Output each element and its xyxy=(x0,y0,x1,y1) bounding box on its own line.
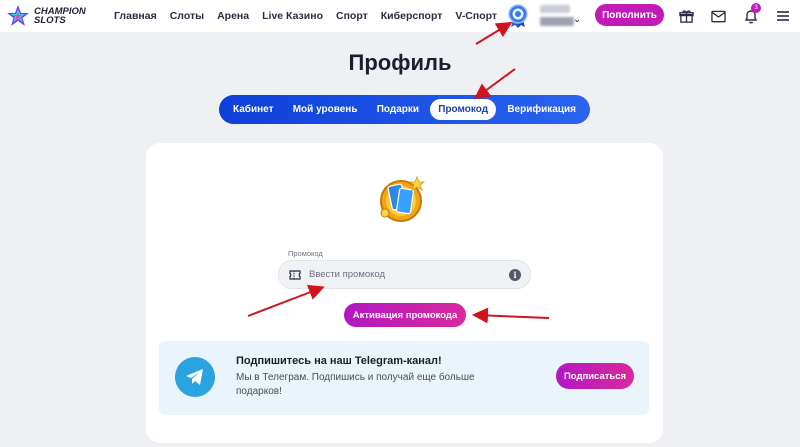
nav-item-home[interactable]: Главная xyxy=(114,10,157,22)
promo-field-label: Промокод xyxy=(288,249,323,258)
telegram-banner: Подпишитесь на наш Telegram-канал! Мы в … xyxy=(159,341,649,415)
user-balance-blurred xyxy=(540,17,574,26)
tab-gifts[interactable]: Подарки xyxy=(369,99,427,120)
nav-item-sport[interactable]: Спорт xyxy=(336,10,368,22)
telegram-icon xyxy=(175,357,215,397)
nav-item-v-sport[interactable]: V-Спорт xyxy=(455,10,497,22)
nav-item-esport[interactable]: Киберспорт xyxy=(381,10,443,22)
telegram-text: Мы в Телеграм. Подпишись и получай еще б… xyxy=(236,372,475,397)
brand-logo[interactable]: CHAMPION SLOTS xyxy=(6,2,106,30)
promo-card: Промокод i Активация промокода Подпишите… xyxy=(146,143,663,443)
gift-icon[interactable] xyxy=(676,6,696,26)
bell-icon[interactable]: 3 xyxy=(741,3,761,26)
user-account[interactable]: ⌄ xyxy=(540,5,584,27)
top-header: CHAMPION SLOTS Главная Слоты Арена Live … xyxy=(0,0,800,32)
user-name-blurred xyxy=(540,5,570,13)
tab-verification[interactable]: Верификация xyxy=(499,99,584,120)
notification-count-badge: 3 xyxy=(751,3,761,13)
menu-icon[interactable] xyxy=(773,6,793,26)
nav-item-slots[interactable]: Слоты xyxy=(170,10,204,22)
nav-item-live-casino[interactable]: Live Казино xyxy=(262,10,323,22)
ticket-icon xyxy=(289,269,301,280)
main-nav: Главная Слоты Арена Live Казино Спорт Ки… xyxy=(114,0,497,32)
subscribe-button[interactable]: Подписаться xyxy=(556,363,634,389)
tab-promocode[interactable]: Промокод xyxy=(430,99,497,120)
deposit-button[interactable]: Пополнить xyxy=(595,4,664,26)
info-icon[interactable]: i xyxy=(509,269,521,281)
tab-my-level[interactable]: Мой уровень xyxy=(285,99,366,120)
chevron-down-icon: ⌄ xyxy=(573,14,582,25)
promo-code-input[interactable] xyxy=(309,269,499,280)
telegram-title: Подпишитесь на наш Telegram-канал! xyxy=(236,355,442,367)
mail-icon[interactable] xyxy=(708,6,728,26)
level-medal-icon[interactable] xyxy=(507,4,529,28)
profile-tabs: Кабинет Мой уровень Подарки Промокод Вер… xyxy=(219,95,590,124)
logo-star-icon xyxy=(7,5,29,26)
promo-field: i xyxy=(278,260,531,289)
brand-line-2: SLOTS xyxy=(34,15,66,26)
page-title: Профиль xyxy=(348,50,452,75)
brand-name: CHAMPION SLOTS xyxy=(34,7,86,26)
promo-coin-illustration xyxy=(380,175,426,222)
tab-cabinet[interactable]: Кабинет xyxy=(225,99,281,120)
activate-promo-button[interactable]: Активация промокода xyxy=(344,303,466,327)
nav-item-arena[interactable]: Арена xyxy=(217,10,249,22)
